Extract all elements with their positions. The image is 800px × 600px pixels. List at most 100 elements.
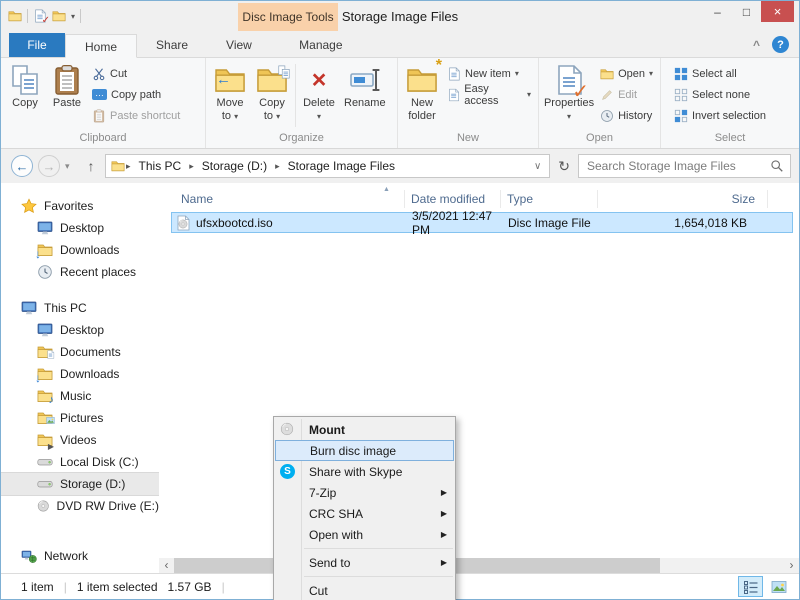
music-icon: ♪ [37,388,53,404]
copy-to-button[interactable]: Copy to ▾ [251,60,293,123]
dropdown-icon: ▾ [234,112,238,121]
up-button[interactable]: ↑ [82,158,100,174]
minimize-ribbon-icon[interactable]: ^ [753,38,760,52]
close-button[interactable]: × [761,1,794,22]
copy-button[interactable]: Copy [4,60,46,110]
qat-customize-icon[interactable]: ▾ [71,12,75,21]
back-icon: ← [16,159,29,174]
qat-new-folder-icon[interactable] [52,9,66,23]
sidebar-item-pictures[interactable]: Pictures [1,407,159,429]
tab-manage[interactable]: Manage [271,33,371,57]
new-item-button[interactable]: New item ▾ [443,63,535,84]
ribbon-group-select: Select all Select none Invert selection … [661,58,799,148]
address-dropdown-icon[interactable]: ∨ [530,161,545,172]
edit-button[interactable]: Edit [596,84,657,105]
recent-locations-icon[interactable]: ▾ [65,161,77,172]
column-header-size[interactable]: Size [598,190,768,208]
copy-to-icon [256,63,288,97]
desktop-icon [37,322,53,338]
menu-item-mount[interactable]: Mount [274,419,455,440]
search-box[interactable] [578,154,791,178]
menu-item-burn-disc-image[interactable]: Burn disc image [275,440,454,461]
invert-selection-button[interactable]: Invert selection [670,105,770,126]
tab-file[interactable]: File [9,33,65,57]
sidebar-item-downloads[interactable]: ↓ Downloads [1,363,159,385]
details-view-button[interactable] [738,576,763,597]
tab-share[interactable]: Share [137,33,207,57]
sidebar-item-storage-d[interactable]: Storage (D:) [1,473,159,495]
file-date-modified: 3/5/2021 12:47 PM [406,209,502,237]
explorer-window: ✓ ▾ Storage Image Files Disc Image Tools… [0,0,800,600]
sidebar-item-network[interactable]: Network [1,545,159,567]
refresh-icon[interactable]: ↻ [555,158,573,175]
back-button[interactable]: ← [11,155,33,177]
paste-icon [51,63,83,97]
copy-path-button[interactable]: … Copy path [88,84,184,105]
submenu-arrow-icon: ▶ [441,530,447,539]
breadcrumb-this-pc[interactable]: This PC [132,159,189,173]
submenu-arrow-icon: ▶ [441,509,447,518]
maximize-button[interactable]: □ [732,1,761,22]
breadcrumb-storage-d[interactable]: Storage (D:) [195,159,274,173]
sidebar-item-local-disk-c[interactable]: Local Disk (C:) [1,451,159,473]
sidebar-item-documents[interactable]: Documents [1,341,159,363]
sidebar-item-fav-desktop[interactable]: Desktop [1,217,159,239]
sidebar-item-favorites[interactable]: Favorites [1,195,159,217]
new-folder-button[interactable]: * New folder [401,60,443,123]
sidebar-item-desktop[interactable]: Desktop [1,319,159,341]
qat-properties-icon[interactable]: ✓ [33,9,47,23]
sidebar-item-dvd-drive-e[interactable]: DVD RW Drive (E:) [1,495,159,517]
paste-shortcut-icon [92,109,106,123]
large-icons-view-button[interactable] [766,576,791,597]
easy-access-button[interactable]: Easy access ▾ [443,84,535,105]
menu-item-share-with-skype[interactable]: S Share with Skype [274,461,455,482]
menu-item-open-with[interactable]: Open with ▶ [274,524,455,545]
forward-icon: → [43,159,56,174]
breadcrumb[interactable]: ▸ This PC ▸ Storage (D:) ▸ Storage Image… [105,154,550,178]
menu-item-crc-sha[interactable]: CRC SHA ▶ [274,503,455,524]
menu-item-send-to[interactable]: Send to ▶ [274,552,455,573]
menu-item-cut[interactable]: Cut [274,580,455,600]
title-bar: ✓ ▾ Storage Image Files Disc Image Tools… [1,1,799,31]
forward-button[interactable]: → [38,155,60,177]
tab-view[interactable]: View [207,33,271,57]
scroll-right-icon[interactable]: › [784,558,799,573]
new-folder-icon: * [406,63,438,97]
rename-button[interactable]: Rename [340,60,390,110]
search-icon[interactable] [770,159,784,173]
cut-button[interactable]: Cut [88,63,184,84]
properties-button[interactable]: ✓ Properties ▾ [542,60,596,123]
column-header-name[interactable]: Name [159,190,405,208]
history-button[interactable]: History [596,105,657,126]
sort-ascending-icon[interactable]: ▲ [383,186,390,193]
breadcrumb-storage-image-files[interactable]: Storage Image Files [281,159,402,173]
easy-access-icon [447,88,460,102]
help-icon[interactable]: ? [772,36,789,53]
menu-item-7zip[interactable]: 7-Zip ▶ [274,482,455,503]
column-header-type[interactable]: Type [501,190,598,208]
paste-button[interactable]: Paste [46,60,88,110]
move-to-button[interactable]: ← Move to ▾ [209,60,251,123]
tab-home[interactable]: Home [65,34,137,58]
paste-shortcut-button[interactable]: Paste shortcut [88,105,184,126]
edit-icon [600,88,614,102]
quick-access-toolbar: ✓ ▾ [8,9,81,23]
scroll-left-icon[interactable]: ‹ [159,558,174,573]
open-button[interactable]: Open ▾ [596,63,657,84]
submenu-arrow-icon: ▶ [441,488,447,497]
delete-button[interactable]: × Delete ▾ [298,60,340,123]
file-row-selected[interactable]: ufsxbootcd.iso 3/5/2021 12:47 PM Disc Im… [171,212,793,233]
select-all-button[interactable]: Select all [670,63,770,84]
sidebar-item-fav-downloads[interactable]: ↓ Downloads [1,239,159,261]
sidebar-item-videos[interactable]: ▶ Videos [1,429,159,451]
sidebar-item-music[interactable]: ♪ Music [1,385,159,407]
minimize-button[interactable]: – [703,1,732,22]
sidebar-item-this-pc[interactable]: This PC [1,297,159,319]
horizontal-scrollbar[interactable]: ‹ › [159,558,799,573]
search-input[interactable] [587,159,770,173]
ribbon: Copy Paste Cut … Copy path [1,58,799,149]
select-none-button[interactable]: Select none [670,84,770,105]
recent-places-icon [37,264,53,280]
sidebar-item-recent-places[interactable]: Recent places [1,261,159,283]
column-header-date-modified[interactable]: Date modified [405,190,501,208]
